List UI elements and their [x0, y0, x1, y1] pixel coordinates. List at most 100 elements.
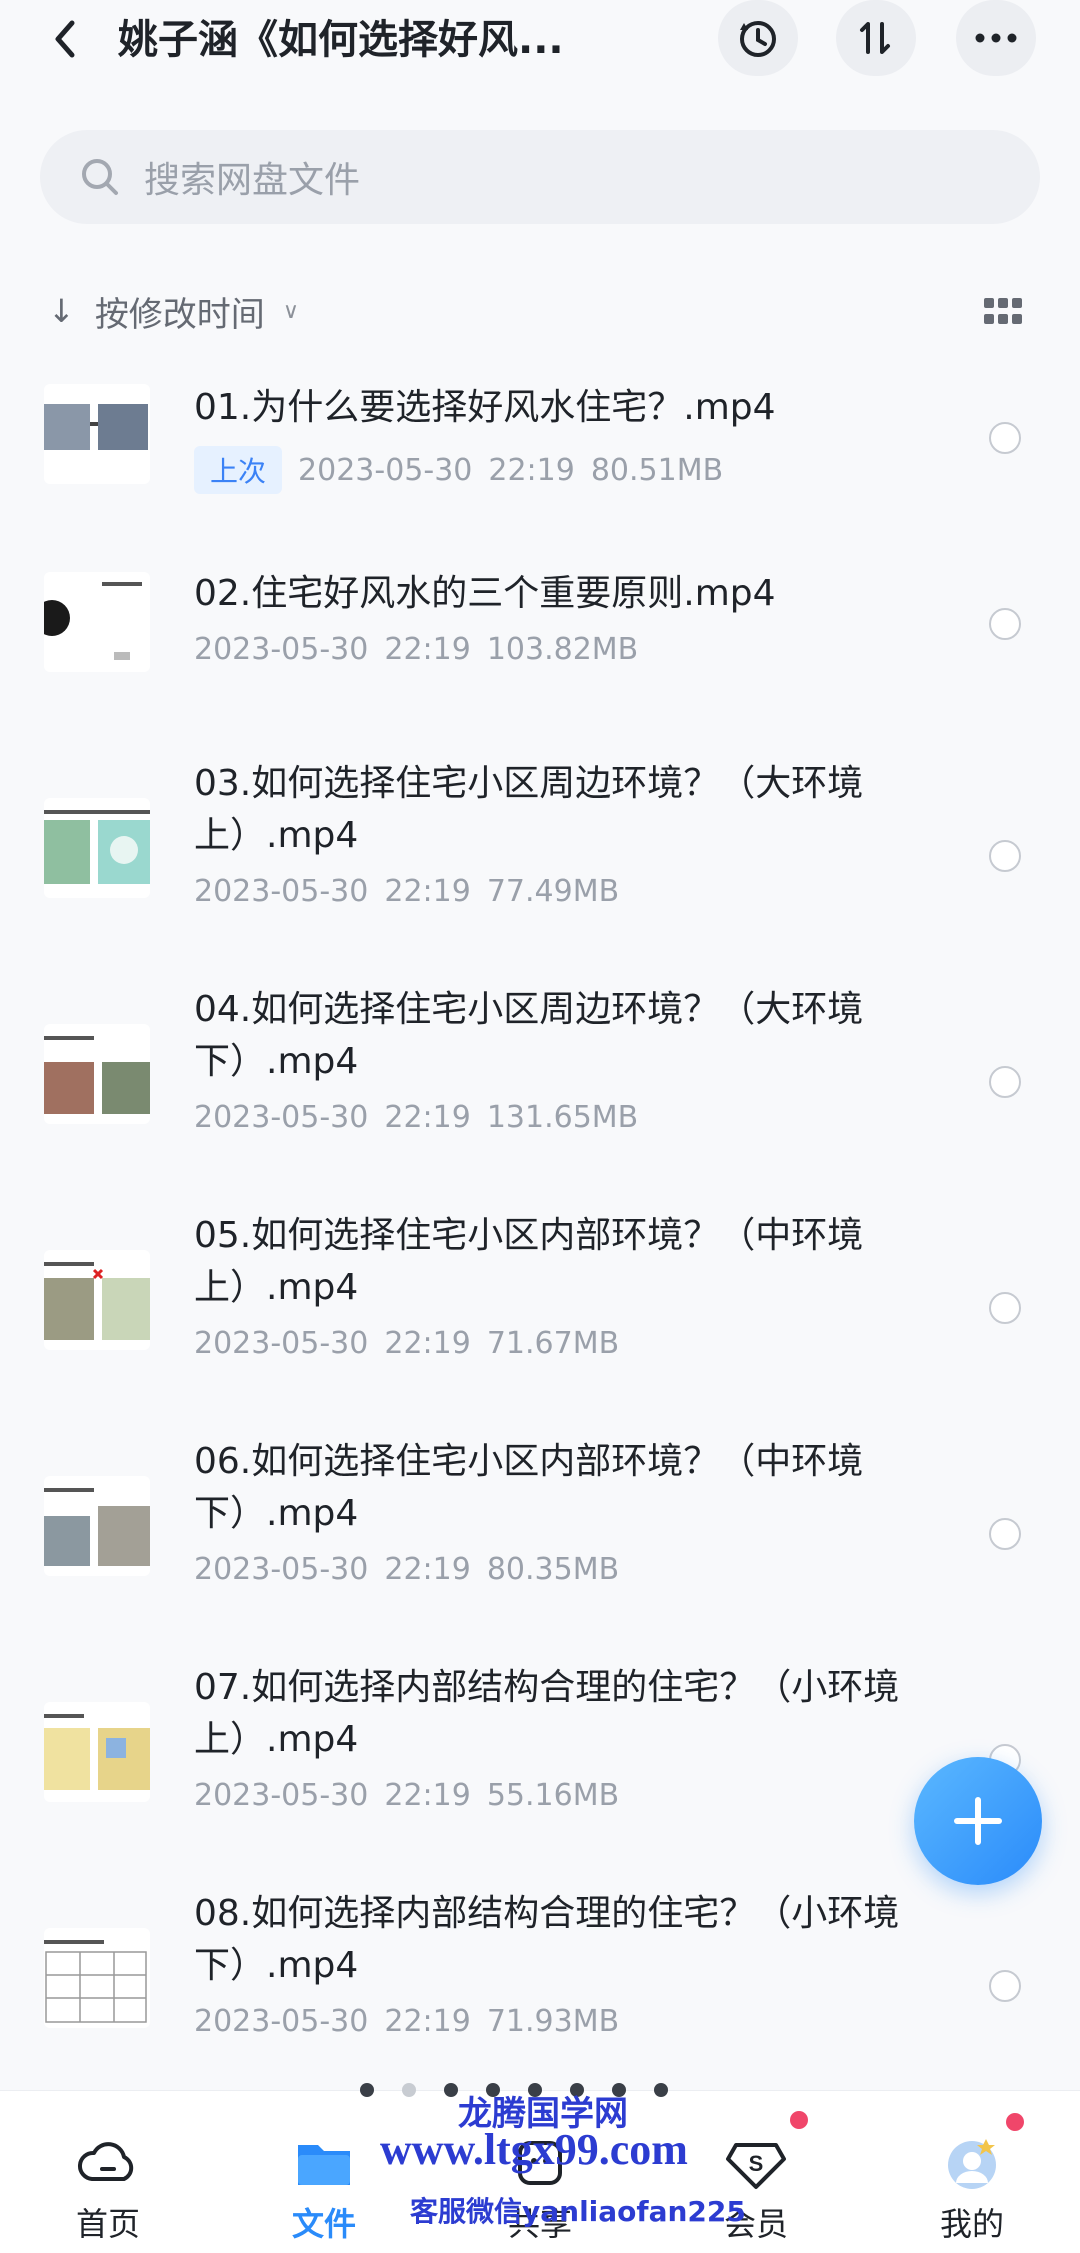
- select-checkbox[interactable]: [989, 1292, 1021, 1324]
- file-name: 05.如何选择住宅小区内部环境？（中环境上）.mp4: [194, 1215, 864, 1308]
- grid-view-icon[interactable]: [984, 298, 1022, 326]
- nav-me-label: 我的: [939, 2205, 1004, 2243]
- file-time: 22:19: [384, 1326, 471, 1361]
- file-time: 22:19: [384, 1778, 471, 1813]
- sort-label: 按修改时间: [94, 294, 265, 335]
- file-row[interactable]: 08.如何选择内部结构合理的住宅？（小环境 下）.mp4 2023-05-30 …: [0, 1888, 1080, 2078]
- vip-diamond-icon: S: [726, 2143, 786, 2189]
- history-button[interactable]: [718, 0, 798, 76]
- file-size: 131.65MB: [486, 1100, 639, 1135]
- file-row[interactable]: 03.如何选择住宅小区周边环境？（大环境上）.mp4 2023-05-30 22…: [0, 758, 1080, 948]
- nav-home[interactable]: 首页: [38, 2135, 178, 2245]
- file-row[interactable]: 04.如何选择住宅小区周边环境？（大环境下）.mp4 2023-05-30 22…: [0, 984, 1080, 1174]
- watermark-contact: 客服微信yanliaofan225: [410, 2195, 746, 2228]
- file-date: 2023-05-30: [194, 1552, 369, 1587]
- cloud-home-icon: [78, 2142, 134, 2181]
- file-name: 02.住宅好风水的三个重要原则.mp4: [194, 573, 776, 614]
- nav-home-label: 首页: [75, 2205, 140, 2243]
- sort-arrows-icon: [860, 22, 890, 54]
- chevron-down-icon: ∨: [282, 298, 299, 324]
- select-checkbox[interactable]: [989, 1970, 1021, 2002]
- file-row[interactable]: 01.为什么要选择好风水住宅？.mp4 上次 2023-05-30 22:19 …: [0, 360, 1080, 510]
- file-row[interactable]: 05.如何选择住宅小区内部环境？（中环境上）.mp4 2023-05-30 22…: [0, 1210, 1080, 1400]
- video-thumbnail: [44, 1928, 150, 2028]
- file-time: 22:19: [384, 1100, 471, 1135]
- file-name: 04.如何选择住宅小区周边环境？（大环境下）.mp4: [194, 989, 864, 1082]
- file-time: 22:19: [488, 452, 575, 488]
- video-thumbnail: [44, 572, 150, 672]
- notification-dot: [1006, 2113, 1024, 2131]
- top-bar: 姚子涵《如何选择好风...: [0, 0, 1080, 120]
- plus-icon: [954, 1797, 1002, 1845]
- nav-files-label: 文件: [291, 2205, 356, 2243]
- watermark-url: www.ltgx99.com: [380, 2125, 688, 2174]
- video-thumbnail: [44, 1476, 150, 1576]
- page-title: 姚子涵《如何选择好风...: [118, 17, 564, 63]
- notification-dot: [790, 2111, 808, 2129]
- select-checkbox[interactable]: [989, 608, 1021, 640]
- file-meta: 上次 2023-05-30 22:19 80.51MB: [194, 446, 739, 494]
- folder-icon: [298, 2145, 350, 2185]
- file-date: 2023-05-30: [298, 452, 473, 488]
- file-time: 22:19: [384, 632, 471, 667]
- nav-me[interactable]: 我的: [902, 2135, 1042, 2245]
- file-size: 77.49MB: [486, 874, 620, 909]
- file-size: 80.35MB: [486, 1552, 620, 1587]
- file-size: 71.67MB: [486, 1326, 620, 1361]
- file-time: 22:19: [384, 1552, 471, 1587]
- file-row[interactable]: 06.如何选择住宅小区内部环境？（中环境下）.mp4 2023-05-30 22…: [0, 1436, 1080, 1626]
- video-thumbnail: [44, 798, 150, 898]
- search-placeholder: 搜索网盘文件: [144, 160, 361, 201]
- select-checkbox[interactable]: [989, 840, 1021, 872]
- file-size: 80.51MB: [590, 452, 724, 488]
- file-name: 03.如何选择住宅小区周边环境？（大环境上）.mp4: [194, 763, 864, 856]
- history-icon: [740, 21, 776, 57]
- select-checkbox[interactable]: [989, 422, 1021, 454]
- file-date: 2023-05-30: [194, 1326, 369, 1361]
- video-thumbnail: [44, 384, 150, 484]
- file-size: 71.93MB: [486, 2004, 620, 2039]
- file-meta: 2023-05-30 22:19 77.49MB: [194, 874, 635, 909]
- file-date: 2023-05-30: [194, 874, 369, 909]
- pager-dot: [402, 2083, 416, 2097]
- pager-dot: [654, 2083, 668, 2097]
- nav-files[interactable]: 文件: [254, 2135, 394, 2245]
- sort-button[interactable]: [836, 0, 916, 76]
- file-name: 08.如何选择内部结构合理的住宅？（小环境 下）.mp4: [194, 1893, 900, 1986]
- file-meta: 2023-05-30 22:19 55.16MB: [194, 1778, 635, 1813]
- file-name: 01.为什么要选择好风水住宅？.mp4: [194, 387, 776, 428]
- file-row[interactable]: 02.住宅好风水的三个重要原则.mp4 2023-05-30 22:19 103…: [0, 546, 1080, 696]
- file-name: 07.如何选择内部结构合理的住宅？（小环境 上）.mp4: [194, 1667, 900, 1760]
- file-meta: 2023-05-30 22:19 131.65MB: [194, 1100, 654, 1135]
- file-meta: 2023-05-30 22:19 103.82MB: [194, 632, 654, 667]
- file-time: 22:19: [384, 2004, 471, 2039]
- file-meta: 2023-05-30 22:19 71.67MB: [194, 1326, 635, 1361]
- file-meta: 2023-05-30 22:19 71.93MB: [194, 2004, 635, 2039]
- avatar-icon: [948, 2139, 996, 2189]
- video-thumbnail: [44, 1702, 150, 1802]
- more-horizontal-icon: [975, 33, 1017, 43]
- pager-dot: [444, 2083, 458, 2097]
- file-date: 2023-05-30: [194, 632, 369, 667]
- select-checkbox[interactable]: [989, 1518, 1021, 1550]
- chevron-left-icon: [55, 20, 75, 58]
- file-date: 2023-05-30: [194, 1100, 369, 1135]
- file-meta: 2023-05-30 22:19 80.35MB: [194, 1552, 635, 1587]
- file-date: 2023-05-30: [194, 2004, 369, 2039]
- search-bar[interactable]: 搜索网盘文件: [40, 130, 1040, 224]
- pager-dot: [360, 2083, 374, 2097]
- add-button[interactable]: [914, 1757, 1042, 1885]
- search-icon: [82, 159, 118, 195]
- svg-text:S: S: [749, 2151, 764, 2176]
- sort-selector[interactable]: ↓ 按修改时间 ∨: [48, 284, 299, 338]
- sort-direction-icon: ↓: [48, 292, 75, 330]
- file-size: 55.16MB: [486, 1778, 620, 1813]
- select-checkbox[interactable]: [989, 1066, 1021, 1098]
- more-button[interactable]: [956, 0, 1036, 76]
- file-date: 2023-05-30: [194, 1778, 369, 1813]
- file-time: 22:19: [384, 874, 471, 909]
- file-size: 103.82MB: [486, 632, 639, 667]
- back-button[interactable]: [40, 14, 90, 64]
- file-name: 06.如何选择住宅小区内部环境？（中环境下）.mp4: [194, 1441, 864, 1534]
- video-thumbnail: [44, 1024, 150, 1124]
